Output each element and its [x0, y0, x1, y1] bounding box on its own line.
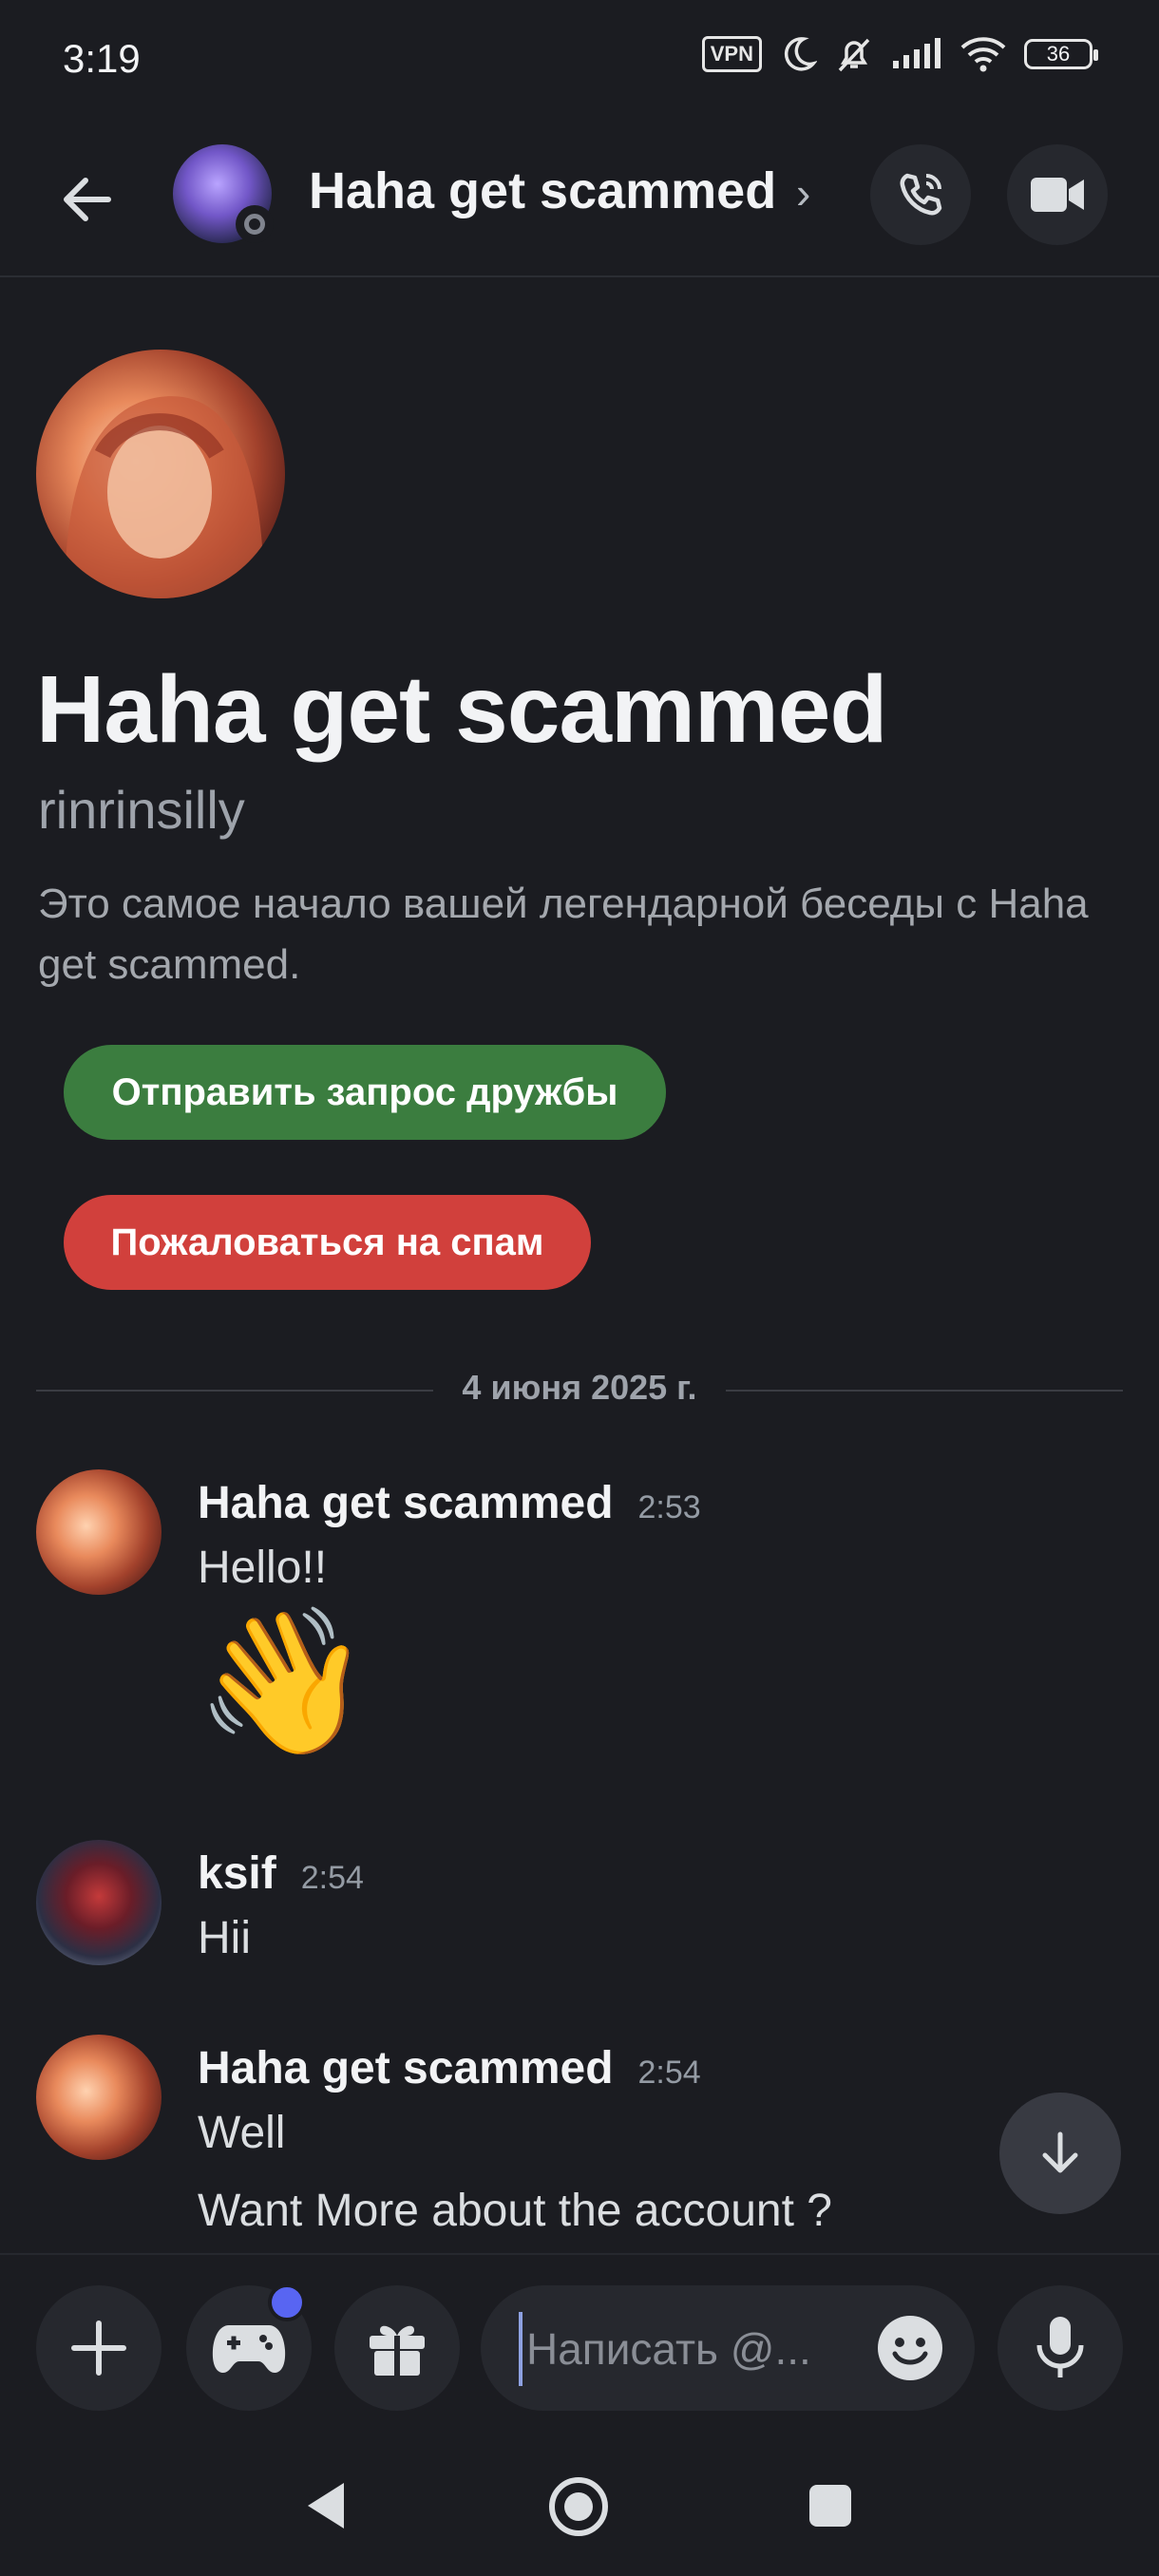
back-button[interactable]: [49, 161, 125, 237]
nav-home-icon[interactable]: [547, 2475, 610, 2538]
nav-recents-icon[interactable]: [808, 2483, 853, 2529]
gift-button[interactable]: [334, 2285, 460, 2411]
status-icons: VPN 36: [701, 34, 1098, 74]
message-header: ksif 2:54: [198, 1847, 364, 1900]
message-input-container[interactable]: [481, 2285, 975, 2411]
status-offline-indicator: [236, 205, 274, 243]
message-composer: [0, 2253, 1159, 2435]
message-header: Haha get scammed 2:54: [198, 2042, 701, 2094]
message-avatar[interactable]: [36, 1469, 162, 1595]
emoji-button[interactable]: [876, 2314, 944, 2382]
header-title[interactable]: Haha get scammed: [309, 161, 776, 220]
nav-back-icon[interactable]: [302, 2479, 348, 2532]
message-avatar[interactable]: [36, 2035, 162, 2160]
message-input[interactable]: [519, 2312, 861, 2386]
conversation-start-text: Это самое начало вашей легендарной бесед…: [38, 881, 1089, 988]
message-time: 2:53: [637, 1489, 701, 1525]
avatar-illustration: [65, 396, 264, 598]
report-spam-button[interactable]: Пожаловаться на спам: [64, 1195, 591, 1290]
message-author[interactable]: Haha get scammed: [198, 2043, 614, 2093]
system-navigation-bar: [0, 2434, 1159, 2576]
chevron-right-icon[interactable]: ›: [796, 167, 810, 218]
message-time: 2:54: [300, 1860, 364, 1896]
status-time: 3:19: [63, 36, 141, 81]
send-friend-request-button[interactable]: Отправить запрос дружбы: [64, 1045, 666, 1140]
voice-call-button[interactable]: [870, 144, 971, 245]
chat-header: Haha get scammed ›: [0, 133, 1159, 277]
battery-icon: 36: [1024, 39, 1098, 69]
date-divider-label: 4 июня 2025 г.: [437, 1368, 722, 1407]
message-author[interactable]: Haha get scammed: [198, 1478, 614, 1528]
attach-button[interactable]: [36, 2285, 162, 2411]
wifi-icon: [960, 37, 1006, 72]
signal-icon: [893, 38, 940, 68]
jump-to-bottom-button[interactable]: [999, 2093, 1121, 2214]
message-time: 2:54: [637, 2055, 701, 2091]
vpn-icon: VPN: [701, 36, 762, 72]
message-text: Hello!!: [198, 1543, 328, 1593]
profile-avatar[interactable]: [36, 350, 285, 598]
gamepad-icon: [212, 2325, 286, 2373]
plus-icon: [71, 2320, 126, 2376]
video-camera-icon: [1031, 178, 1084, 212]
microphone-icon: [1036, 2317, 1084, 2377]
gift-icon: [370, 2325, 425, 2376]
profile-display-name: Haha get scammed: [36, 656, 887, 763]
arrow-left-icon: [64, 178, 111, 221]
message-text: Hii: [198, 1913, 251, 1963]
message-header: Haha get scammed 2:53: [198, 1477, 701, 1529]
bell-muted-icon: [838, 38, 870, 72]
notification-dot: [268, 2283, 306, 2321]
message-text: Well: [198, 2108, 286, 2158]
date-divider: 4 июня 2025 г.: [0, 1368, 1159, 1408]
video-call-button[interactable]: [1007, 144, 1108, 245]
smiley-icon: [878, 2316, 942, 2380]
moon-icon: [784, 37, 817, 71]
message-avatar[interactable]: [36, 1840, 162, 1965]
arrow-down-icon: [1042, 2131, 1078, 2173]
message-author[interactable]: ksif: [198, 1848, 276, 1899]
waving-hand-emoji: 👋: [195, 1601, 372, 1761]
message-text: Want More about the account ?: [198, 2186, 832, 2236]
phone-icon: [900, 173, 942, 216]
voice-message-button[interactable]: [998, 2285, 1123, 2411]
profile-username: rinrinsilly: [38, 780, 245, 840]
